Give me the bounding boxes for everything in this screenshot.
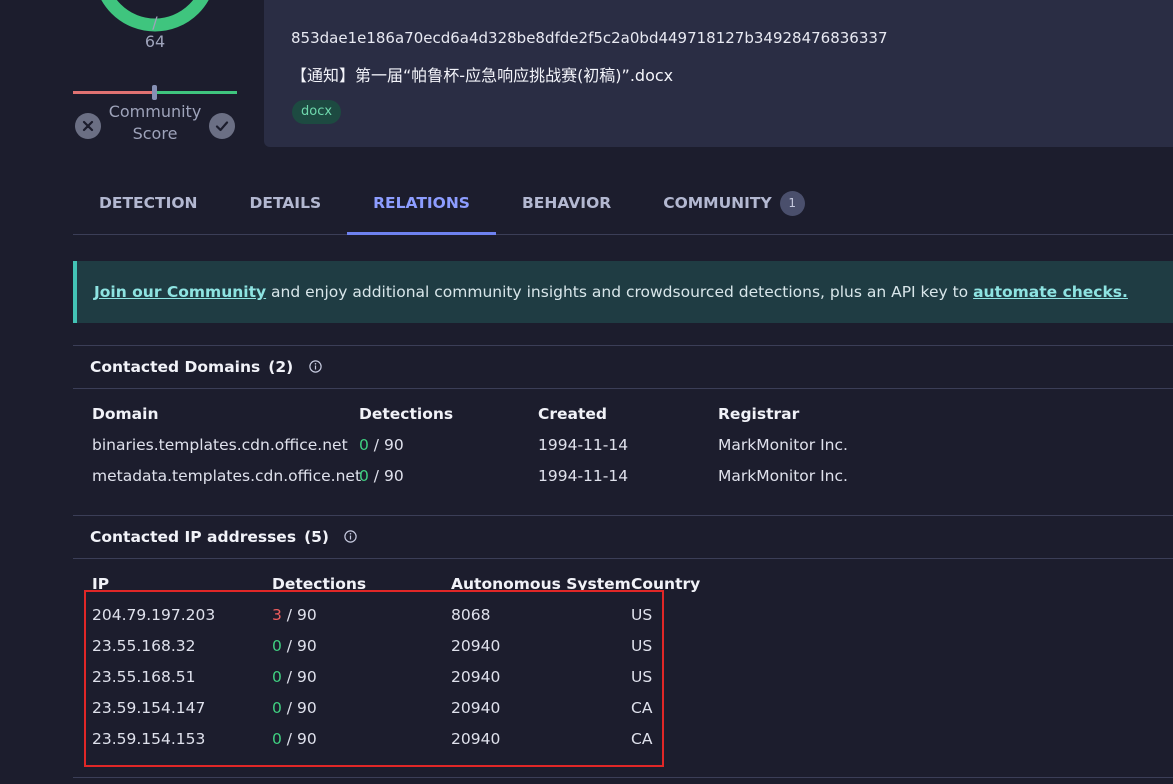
section-divider	[73, 777, 1173, 778]
contacted-domains-header: Contacted Domains (2)	[73, 345, 1173, 389]
score-total: / 64	[144, 13, 166, 51]
file-header-card: 853dae1e186a70ecd6a4d328be8dfde2f5c2a0bd…	[264, 0, 1173, 147]
close-icon	[82, 120, 94, 132]
detections-value: 0	[359, 435, 369, 454]
tab-detection[interactable]: DETECTION	[73, 172, 223, 234]
banner-text: and enjoy additional community insights …	[266, 283, 974, 301]
tab-behavior[interactable]: BEHAVIOR	[496, 172, 637, 234]
contacted-domains-title: Contacted Domains	[90, 358, 261, 376]
registrar: MarkMonitor Inc.	[718, 435, 848, 454]
score-bar-negative	[73, 91, 155, 94]
contacted-domains-count: (2)	[268, 358, 294, 376]
score-marker	[152, 85, 157, 100]
contacted-domains-table: Domain Detections Created Registrar bina…	[92, 398, 918, 491]
tab-details[interactable]: DETAILS	[223, 172, 347, 234]
info-icon[interactable]	[344, 517, 358, 560]
domain-link[interactable]: metadata.templates.cdn.office.net	[92, 467, 361, 485]
detections-total: / 90	[368, 466, 404, 485]
tab-relations[interactable]: RELATIONS	[347, 172, 496, 235]
join-community-link[interactable]: Join our Community	[94, 283, 266, 301]
column-header[interactable]: Domain	[92, 405, 359, 423]
table-header-row: Domain Detections Created Registrar	[92, 398, 918, 429]
tab-details-label: DETAILS	[249, 194, 322, 212]
domain-link[interactable]: binaries.templates.cdn.office.net	[92, 436, 359, 454]
tab-detection-label: DETECTION	[99, 194, 198, 212]
vote-malicious-button[interactable]	[75, 113, 101, 139]
tab-community-label: COMMUNITY	[663, 194, 772, 212]
tab-behavior-label: BEHAVIOR	[521, 194, 612, 212]
file-type-tag[interactable]: docx	[292, 100, 342, 124]
check-icon	[215, 121, 229, 132]
file-hash: 853dae1e186a70ecd6a4d328be8dfde2f5c2a0bd…	[291, 29, 888, 47]
file-name: 【通知】第一届“帕鲁杯-应急响应挑战赛(初稿)”.docx	[291, 66, 674, 85]
detections-cell: 0 / 90	[359, 436, 538, 454]
detections-value: 0	[359, 466, 369, 485]
info-icon[interactable]	[308, 347, 322, 390]
community-count-badge: 1	[779, 191, 805, 216]
contacted-ips-title: Contacted IP addresses	[90, 528, 297, 546]
created-date: 1994-11-14	[538, 466, 629, 485]
column-header[interactable]: Detections	[359, 405, 538, 423]
community-score-label-line2: Score	[132, 124, 178, 143]
community-score-widget: / 64 Community Score	[70, 0, 240, 150]
table-row: metadata.templates.cdn.office.net 0 / 90…	[92, 460, 918, 491]
community-score-label-line1: Community	[108, 102, 202, 121]
table-row: binaries.templates.cdn.office.net 0 / 90…	[92, 429, 918, 460]
detections-total: / 90	[368, 435, 404, 454]
created-date: 1994-11-14	[538, 435, 629, 454]
tab-community[interactable]: COMMUNITY 1	[637, 172, 831, 234]
report-tabs: DETECTION DETAILS RELATIONS BEHAVIOR COM…	[73, 172, 1173, 235]
annotation-highlight-box	[84, 590, 664, 767]
join-community-banner: Join our Community and enjoy additional …	[73, 261, 1173, 323]
detections-cell: 0 / 90	[359, 467, 538, 485]
contacted-ips-header: Contacted IP addresses (5)	[73, 515, 1173, 559]
community-score-label: Community Score	[100, 101, 210, 145]
column-header[interactable]: Registrar	[718, 405, 918, 423]
automate-checks-link[interactable]: automate checks.	[973, 283, 1128, 301]
contacted-ips-count: (5)	[304, 528, 330, 546]
score-bar-positive	[155, 91, 237, 94]
vote-harmless-button[interactable]	[209, 113, 235, 139]
registrar: MarkMonitor Inc.	[718, 466, 848, 485]
tab-relations-label: RELATIONS	[373, 194, 470, 212]
column-header[interactable]: Created	[538, 405, 718, 423]
